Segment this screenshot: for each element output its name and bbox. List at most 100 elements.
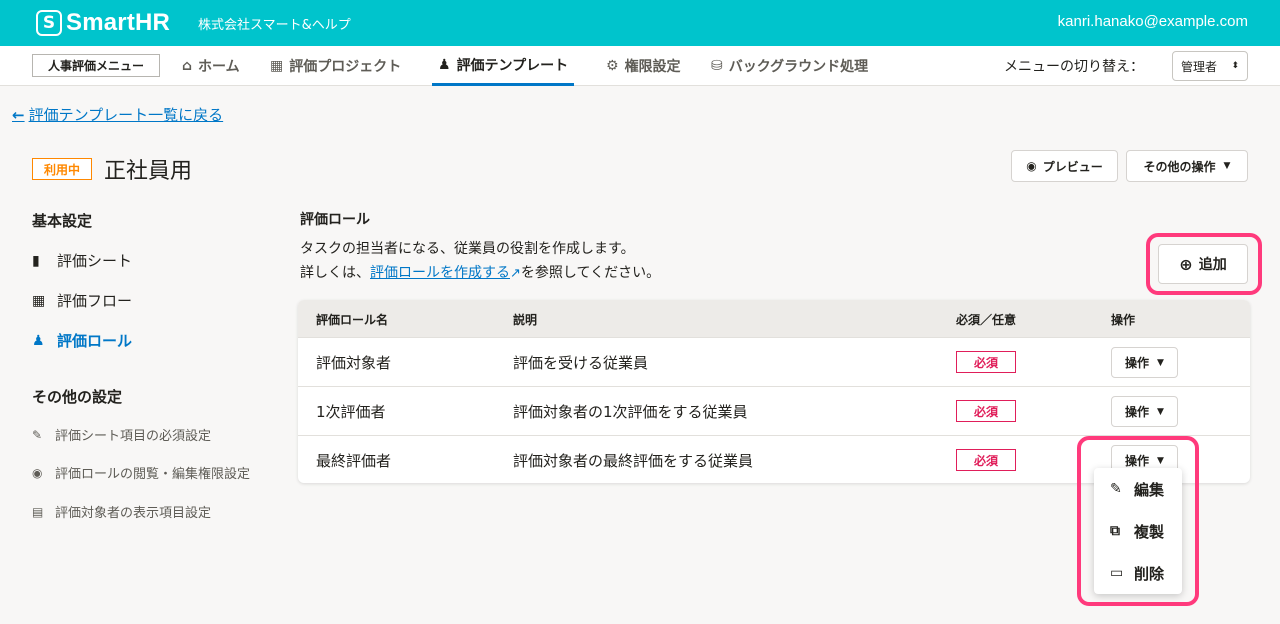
user-email[interactable]: kanri.hanako@example.com [1058,13,1248,30]
plus-circle-icon: ⊕ [1179,254,1193,274]
menu-item-duplicate[interactable]: ⧉ 複製 [1094,510,1182,552]
back-link-label: 評価テンプレート一覧に戻る [28,106,224,124]
nav-templates-label: 評価テンプレート [456,57,569,74]
page-title: 正社員用 [104,159,193,184]
role-name: 1次評価者 [316,403,386,421]
users-icon: ♟ [438,56,451,73]
table-row: 1次評価者 評価対象者の1次評価をする従業員 必須 操作 ▼ [298,386,1250,435]
sidebar-item-required-settings[interactable]: ✎ 評価シート項目の必須設定 [32,425,212,445]
action-label: 操作 [1125,405,1150,419]
sidebar-item-eval-flow[interactable]: ▦ 評価フロー [32,290,132,311]
section-help-text: 詳しくは、評価ロールを作成する↗を参照してください。 [300,262,660,282]
th-required: 必須／任意 [956,313,1017,327]
users-icon: ♟ [32,332,45,349]
menu-switch-label: メニューの切り替え： [1004,59,1144,75]
menu-item-label: 削除 [1134,564,1165,583]
nav-background-jobs[interactable]: ⛁ バックグラウンド処理 [711,46,868,86]
logo-text: SmartHR [66,9,171,36]
nav-permissions-label: 権限設定 [624,59,681,75]
role-description: 評価を受ける従業員 [513,354,649,372]
row-action-dropdown: ✎ 編集 ⧉ 複製 ▭ 削除 [1094,468,1182,594]
sidebar-item-label: 評価フロー [57,292,133,310]
required-badge: 必須 [956,351,1016,373]
main-nav: 人事評価メニュー ⌂ ホーム ▦ 評価プロジェクト ♟ 評価テンプレート ⚙ 権… [0,46,1280,86]
sidebar-item-display-fields[interactable]: ▤ 評価対象者の表示項目設定 [32,502,212,522]
sidebar-item-eval-sheet[interactable]: ▮ 評価シート [32,250,132,271]
caret-down-icon: ▼ [1223,161,1231,171]
smarthr-logo[interactable]: S SmartHR [36,9,170,37]
section-description: タスクの担当者になる、従業員の役割を作成します。 [300,241,635,257]
create-role-help-link[interactable]: 評価ロールを作成する [370,265,510,281]
nav-projects[interactable]: ▦ 評価プロジェクト [270,46,401,86]
calendar-icon: ▦ [270,58,284,74]
th-description: 説明 [513,313,538,327]
home-icon: ⌂ [182,58,193,74]
id-card-icon: ▤ [32,504,44,519]
add-role-button[interactable]: ⊕ 追加 [1158,244,1248,284]
sidebar-item-label: 評価対象者の表示項目設定 [55,506,212,521]
section-title: 評価ロール [300,212,370,228]
th-action: 操作 [1111,313,1136,327]
role-description: 評価対象者の最終評価をする従業員 [513,452,754,470]
nav-home[interactable]: ⌂ ホーム [182,46,240,86]
nav-home-label: ホーム [198,59,240,75]
eye-icon: ◉ [1026,159,1037,173]
required-badge: 必須 [956,449,1016,471]
nav-background-label: バックグラウンド処理 [728,59,869,75]
edit-icon: ✎ [1110,481,1122,497]
role-description: 評価対象者の1次評価をする従業員 [513,403,748,421]
menu-item-label: 複製 [1134,522,1165,541]
action-label: 操作 [1125,356,1150,370]
sidebar-item-label: 評価ロール [57,332,133,350]
database-icon: ⛁ [711,58,723,74]
other-actions-button[interactable]: その他の操作 ▼ [1126,150,1248,182]
nav-projects-label: 評価プロジェクト [289,59,402,75]
caret-down-icon: ▼ [1157,406,1164,417]
sidebar-item-label: 評価ロールの閲覧・編集権限設定 [55,467,251,482]
row-action-button[interactable]: 操作 ▼ [1111,396,1178,427]
nav-permissions[interactable]: ⚙ 権限設定 [606,46,681,86]
sidebar-item-eval-role[interactable]: ♟ 評価ロール [32,330,132,351]
role-select[interactable]: 管理者 ⬍ [1172,51,1248,81]
table-row: 評価対象者 評価を受ける従業員 必須 操作 ▼ [298,337,1250,386]
calendar-icon: ▦ [32,292,46,309]
role-name: 最終評価者 [316,452,392,470]
menu-label: 人事評価メニュー [32,54,160,77]
logo-mark: S [36,10,62,36]
menu-item-edit[interactable]: ✎ 編集 [1094,468,1182,510]
company-name: 株式会社スマート&ヘルプ [198,18,351,33]
required-badge: 必須 [956,400,1016,422]
eye-icon: ◉ [32,465,43,480]
menu-item-delete[interactable]: ▭ 削除 [1094,552,1182,594]
help-text-suffix: を参照してください。 [520,265,661,281]
other-actions-label: その他の操作 [1143,159,1216,174]
gear-icon: ⚙ [606,58,619,74]
help-text-prefix: 詳しくは、 [300,265,370,281]
menu-item-label: 編集 [1134,480,1165,499]
external-link-icon: ↗ [510,266,521,281]
other-settings-heading: その他の設定 [32,388,123,406]
copy-icon: ⧉ [1110,523,1120,539]
basic-settings-heading: 基本設定 [32,212,93,230]
trash-icon: ▭ [1110,565,1124,581]
table-header: 評価ロール名 説明 必須／任意 操作 [298,300,1250,337]
back-to-template-list-link[interactable]: ← 評価テンプレート一覧に戻る [12,104,223,125]
sidebar-item-label: 評価シート [57,252,133,270]
sidebar-item-label: 評価シート項目の必須設定 [55,429,212,444]
caret-down-icon: ▼ [1157,357,1164,368]
app-header: S SmartHR 株式会社スマート&ヘルプ kanri.hanako@exam… [0,0,1280,46]
row-action-button[interactable]: 操作 ▼ [1111,347,1178,378]
arrow-left-icon: ← [12,105,25,124]
role-name: 評価対象者 [316,354,392,372]
th-role-name: 評価ロール名 [316,313,389,327]
updown-icon: ⬍ [1231,61,1239,71]
role-select-value: 管理者 [1181,59,1218,74]
add-label: 追加 [1198,257,1227,273]
nav-templates[interactable]: ♟ 評価テンプレート [432,46,575,86]
preview-button[interactable]: ◉ プレビュー [1011,150,1118,182]
preview-label: プレビュー [1042,159,1103,174]
pencil-icon: ✎ [32,427,43,442]
status-badge: 利用中 [32,158,92,180]
sidebar-item-role-permissions[interactable]: ◉ 評価ロールの閲覧・編集権限設定 [32,463,251,483]
file-icon: ▮ [32,252,40,269]
